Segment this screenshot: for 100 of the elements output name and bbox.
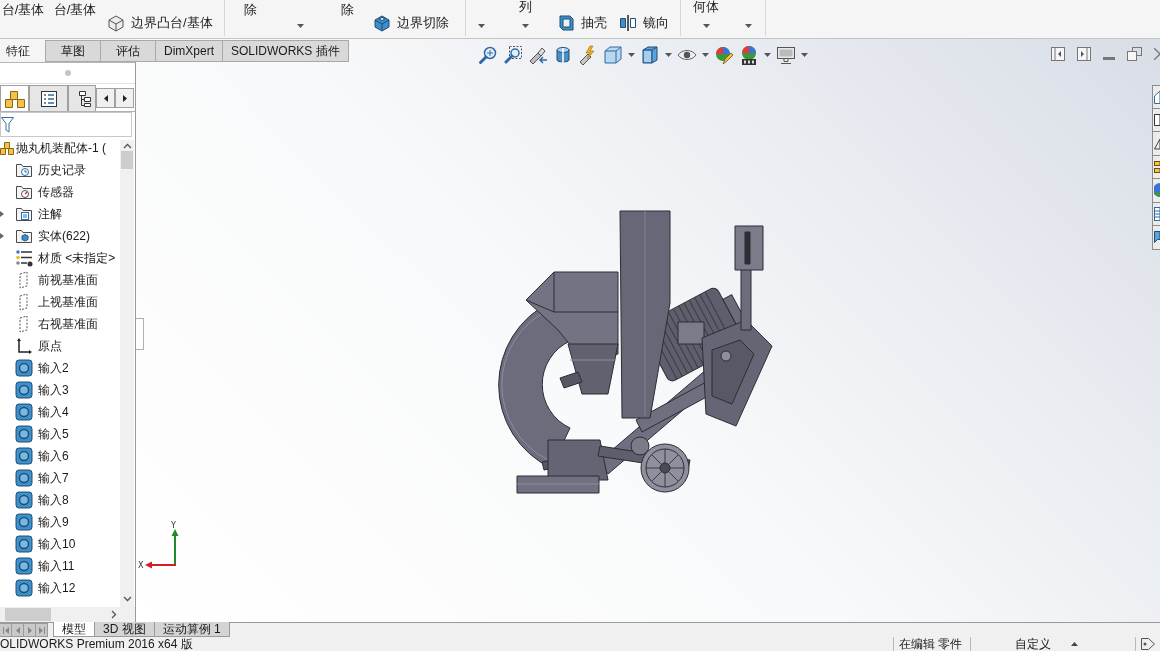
command-button[interactable]: 边界切除 [373,14,449,32]
tree-item[interactable]: 输入12 [15,579,76,597]
tree-item[interactable]: 输入3 [15,381,69,399]
axis-label: Y [171,521,176,530]
tree-item[interactable]: 材质 <未指定> [15,249,116,267]
caret-down-icon[interactable] [744,24,752,28]
caret-down-icon[interactable] [477,24,485,28]
expand-arrow-icon[interactable] [0,233,4,239]
part-cube-icon [15,359,33,377]
panel-tab[interactable] [29,85,68,111]
magnifier-box-icon[interactable] [503,45,523,65]
scroll-thumb[interactable] [5,608,51,621]
task-pane-tab[interactable] [1152,132,1160,156]
tree-item[interactable]: 前视基准面 [15,271,98,289]
tree-item[interactable]: 上视基准面 [15,293,98,311]
folder-gauge-icon [15,183,33,201]
shaded-cube-icon[interactable] [640,45,660,65]
tree-item[interactable]: 输入9 [15,513,69,531]
command-button[interactable]: 台/基体 [53,2,97,18]
caret-down-icon[interactable] [764,53,771,57]
mirror-icon [619,14,637,32]
task-pane-tab[interactable] [1152,202,1160,226]
minimize-icon[interactable] [1103,56,1115,60]
model-tab[interactable]: 运动算例 1 [153,622,230,637]
tree-item[interactable]: 输入5 [15,425,69,443]
funnel-icon [1,116,14,133]
restore-icon[interactable] [1127,47,1142,61]
scroll-right-button[interactable] [115,88,134,108]
tree-item[interactable]: 右视基准面 [15,315,98,333]
units-button[interactable]: 自定义 [1015,637,1078,651]
tree-item[interactable]: 抛丸机装配体-1 ( [0,140,106,156]
command-tab[interactable]: 草图 [45,40,101,62]
vertical-scrollbar[interactable] [120,140,134,607]
expand-arrow-icon[interactable] [0,211,4,217]
flashlight-icon[interactable] [528,45,548,65]
command-button[interactable]: 除 [341,2,354,18]
magnifier-icon[interactable] [478,45,498,65]
tree-item[interactable]: 输入6 [15,447,69,465]
caret-down-icon[interactable] [801,53,808,57]
tree-item[interactable]: 历史记录 [15,161,86,179]
x-axis-arrow [145,561,177,569]
color-ball-icon[interactable] [739,45,759,65]
model-tab[interactable]: 模型 [53,622,95,637]
command-tab[interactable]: 评估 [100,40,156,62]
shell-box-icon [557,14,575,32]
command-button[interactable]: 何体 [693,0,719,28]
lightning-icon[interactable] [578,45,598,65]
caret-down-icon[interactable] [521,24,529,28]
command-tab[interactable]: DimXpert [155,40,223,62]
cube-icon[interactable] [603,45,623,65]
chevron-down-icon[interactable] [122,596,132,602]
command-button[interactable]: 边界凸台/基体 [107,14,213,32]
filter-field[interactable] [0,112,132,137]
scroll-thumb[interactable] [121,151,133,169]
tree-item[interactable]: 输入7 [15,469,69,487]
tree-item[interactable]: 输入11 [15,557,75,575]
command-button[interactable]: 抽壳 [557,14,607,32]
caret-down-icon[interactable] [628,53,635,57]
scroll-left-button[interactable] [96,88,115,108]
tree-item[interactable]: 注解 [15,205,62,223]
tree-item[interactable]: 输入8 [15,491,69,509]
caret-down-icon[interactable] [665,53,672,57]
command-tab[interactable]: SOLIDWORKS 插件 [222,40,349,62]
pane-left-icon[interactable] [1051,47,1065,61]
task-pane-tab[interactable] [1152,108,1160,132]
pane-right-icon[interactable] [1077,47,1091,61]
part-cube-icon [15,381,33,399]
tree-item[interactable]: 输入4 [15,403,69,421]
model-tab[interactable]: 3D 视图 [94,622,155,637]
color-ball-pencil-icon[interactable] [714,45,734,65]
horizontal-scrollbar[interactable] [0,607,135,622]
close-icon[interactable] [1154,48,1160,60]
tree-item[interactable]: 原点 [15,337,62,355]
task-pane-tab[interactable] [1152,226,1160,250]
panel-tab[interactable] [68,85,96,111]
box-icon [107,14,125,32]
product-version-text: OLIDWORKS Premium 2016 x64 版 [0,637,193,651]
monitor-icon[interactable] [776,45,796,65]
chevron-right-icon[interactable] [111,610,117,619]
command-button[interactable]: 列 [518,0,532,28]
cut-cylinder-icon[interactable] [553,45,573,65]
caret-down-icon[interactable] [296,24,304,28]
tree-item[interactable]: 输入10 [15,535,76,553]
chevron-up-icon[interactable] [122,143,132,149]
part-cube-icon [15,557,33,575]
triangle-right-icon [27,626,32,634]
task-pane-tab[interactable] [1152,85,1160,109]
command-button[interactable]: 除 [243,2,257,18]
task-pane-tab[interactable] [1152,155,1160,179]
command-button[interactable]: 台/基体 [1,2,45,18]
tag-icon[interactable] [1141,638,1155,650]
caret-down-icon[interactable] [702,24,710,28]
grip-dot-icon[interactable] [64,70,71,76]
tree-item[interactable]: 输入2 [15,359,69,377]
tree-item[interactable]: 实体(622) [15,227,90,245]
collapse-handle[interactable] [136,318,144,350]
tree-item[interactable]: 传感器 [15,183,74,201]
command-button[interactable]: 镜向 [619,14,669,32]
caret-down-icon[interactable] [702,53,709,57]
skip-end-icon [38,626,45,634]
